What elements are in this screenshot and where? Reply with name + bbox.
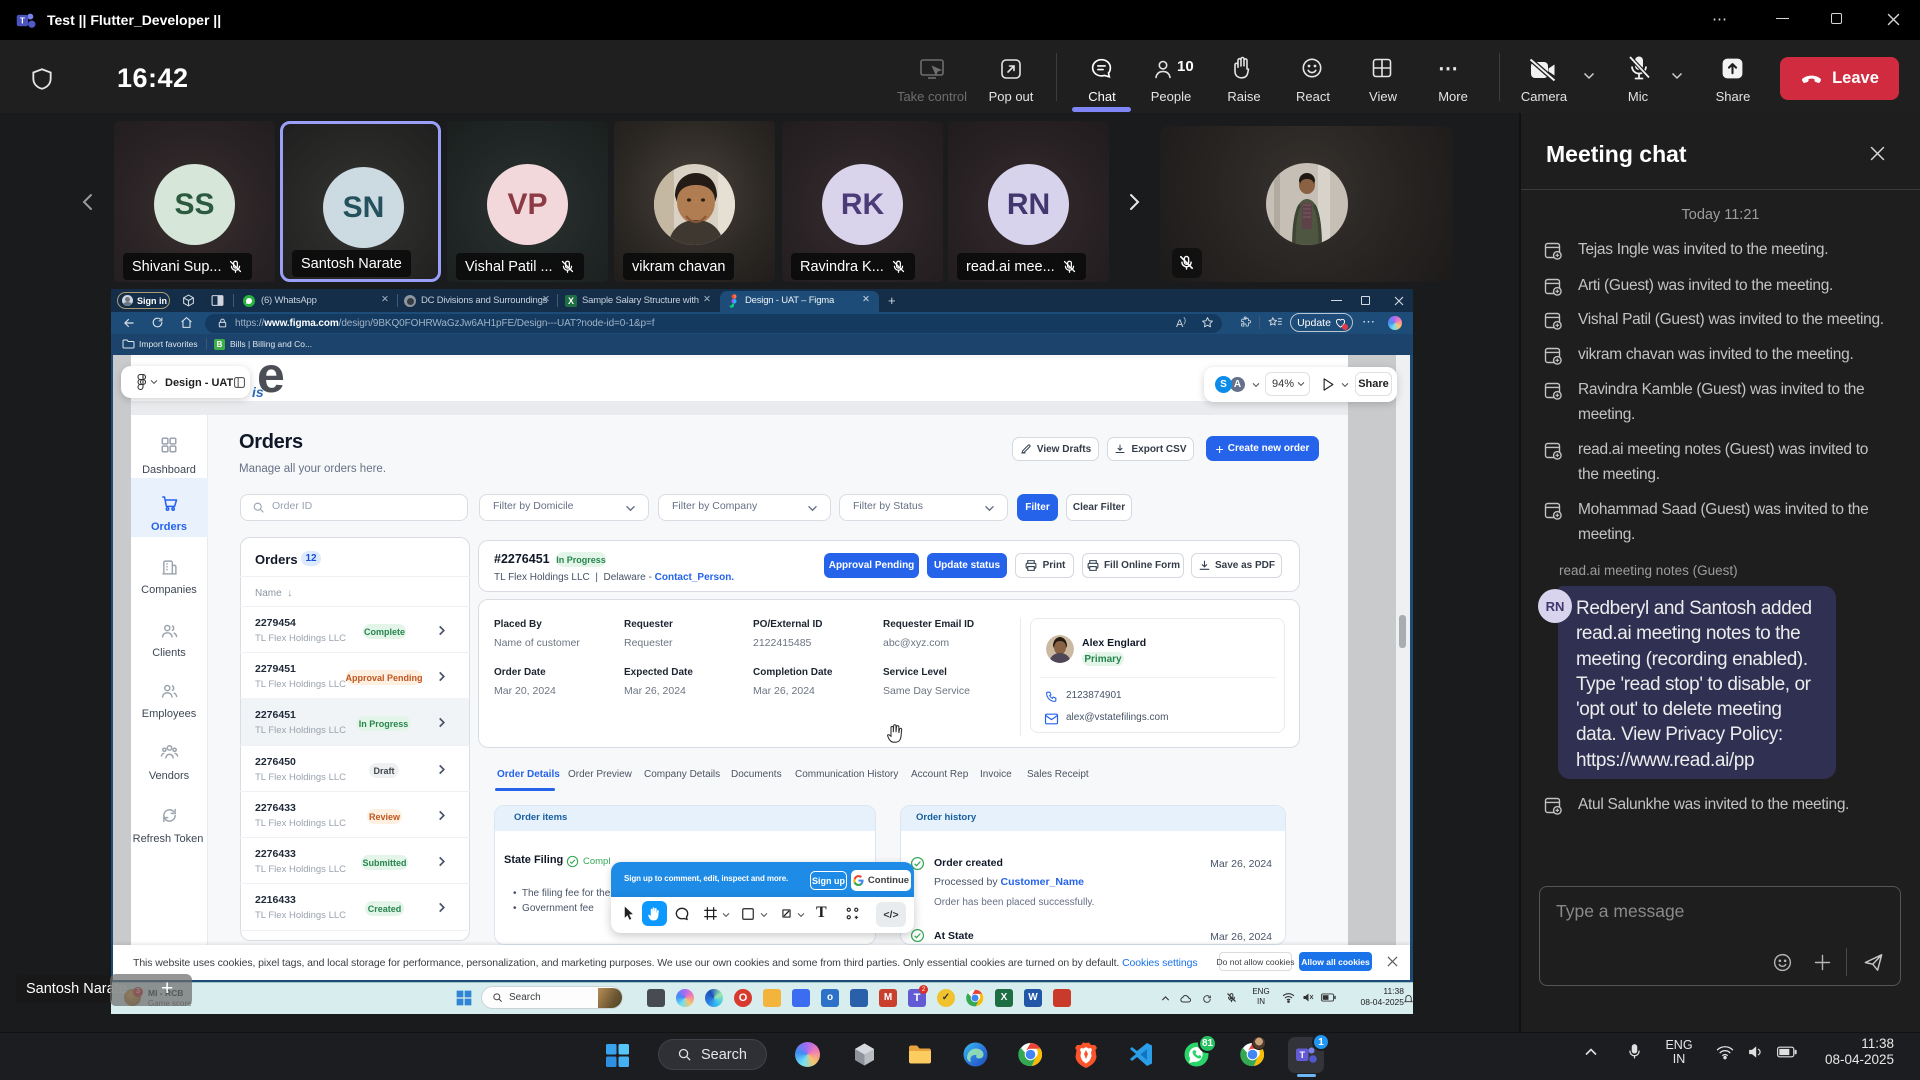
svg-text:T: T: [1299, 1050, 1305, 1060]
svg-text:T: T: [20, 16, 25, 26]
